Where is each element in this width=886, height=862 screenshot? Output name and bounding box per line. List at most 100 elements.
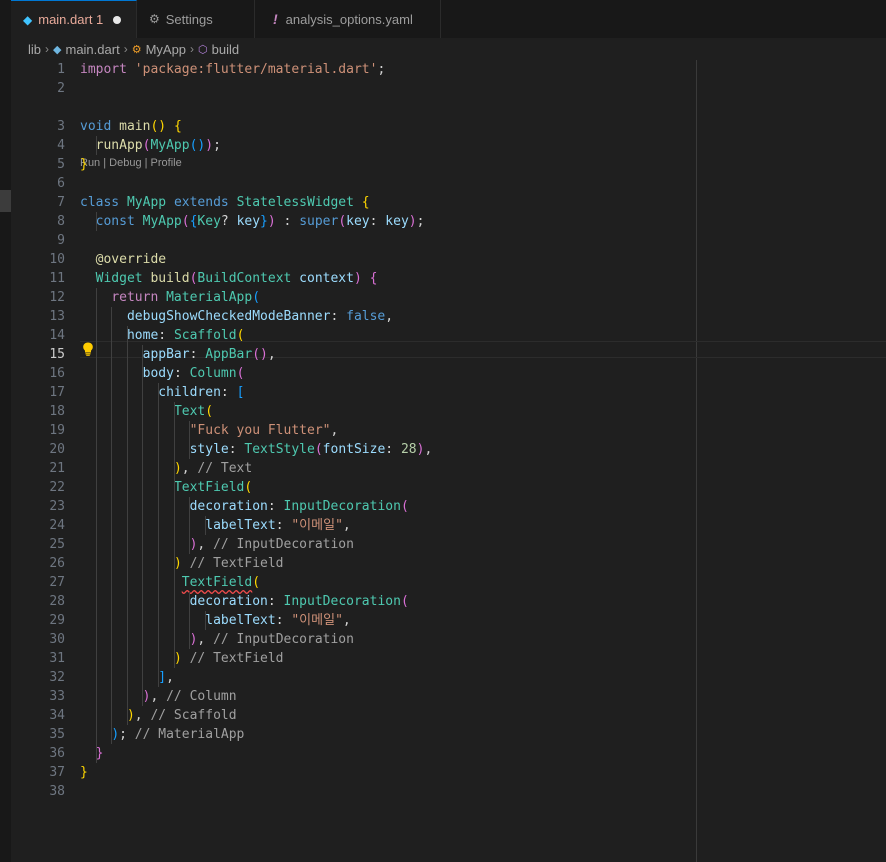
method-icon: ⬡: [198, 43, 208, 56]
line-number: 3: [57, 119, 65, 134]
line-number: 26: [49, 556, 65, 571]
line-number: 2: [57, 81, 65, 96]
lightbulb-icon[interactable]: [82, 342, 94, 356]
code-text: body: Column(: [142, 366, 245, 381]
indent-guide: [189, 497, 191, 554]
code-line[interactable]: 13 debugShowCheckedModeBanner: false,: [11, 307, 886, 326]
code-text: Widget build(BuildContext context) {: [95, 271, 378, 286]
line-number: 36: [49, 746, 65, 761]
indent-guide: [95, 136, 97, 155]
code-text: }: [80, 157, 88, 172]
code-line[interactable]: 4 runApp(MyApp());: [11, 136, 886, 155]
code-text: labelText: "이메일",: [205, 518, 351, 533]
line-number: 6: [57, 176, 65, 191]
code-line[interactable]: 35 ); // MaterialApp: [11, 725, 886, 744]
code-line[interactable]: 12 return MaterialApp(: [11, 288, 886, 307]
code-line[interactable]: 9: [11, 231, 886, 250]
line-number: 28: [49, 594, 65, 609]
breadcrumb-item-method[interactable]: build: [212, 42, 239, 57]
breadcrumb-item-lib[interactable]: lib: [28, 42, 41, 57]
code-line[interactable]: 38: [11, 782, 886, 801]
code-editor[interactable]: Run | Debug | Profile 1 import 'package:f…: [11, 60, 886, 862]
settings-icon: ⚙: [149, 12, 160, 26]
code-text: appBar: AppBar(),: [142, 347, 276, 362]
indent-guide: [158, 383, 159, 687]
line-number: 22: [49, 480, 65, 495]
class-icon: ⚙: [131, 43, 142, 56]
line-number: 16: [49, 366, 65, 381]
code-text: import 'package:flutter/material.dart';: [80, 62, 386, 77]
code-text: decoration: InputDecoration(: [189, 594, 409, 609]
code-line[interactable]: 34 ), // Scaffold: [11, 706, 886, 725]
activity-bar: [0, 0, 11, 862]
tab-settings[interactable]: ⚙ Settings: [137, 0, 255, 38]
breadcrumb: lib › ◆ main.dart › ⚙ MyApp › ⬡ build: [28, 40, 239, 58]
code-text: ), // Scaffold: [126, 708, 237, 723]
line-number: 31: [49, 651, 65, 666]
code-line[interactable]: 14 home: Scaffold(: [11, 326, 886, 345]
indent-guide: [189, 592, 191, 649]
indent-guide: [142, 345, 144, 706]
code-line[interactable]: 10 @override: [11, 250, 886, 269]
line-number: 15: [49, 347, 65, 362]
line-number: 11: [49, 271, 65, 286]
code-line[interactable]: 37}: [11, 763, 886, 782]
code-text: ); // MaterialApp: [111, 727, 245, 742]
line-number: 5: [57, 157, 65, 172]
indent-guide: [95, 288, 97, 763]
line-number: 33: [49, 689, 65, 704]
tab-label: Settings: [165, 11, 213, 27]
dart-icon: ◆: [23, 12, 33, 27]
code-text: home: Scaffold(: [126, 328, 245, 343]
line-number: 18: [49, 404, 65, 419]
line-number: 1: [57, 62, 65, 77]
breadcrumb-item-class[interactable]: MyApp: [146, 42, 186, 57]
indent-guide: [173, 402, 175, 668]
dart-icon: ◆: [53, 43, 62, 56]
line-number: 13: [49, 309, 65, 324]
line-number: 29: [49, 613, 65, 628]
line-number: 25: [49, 537, 65, 552]
code-text: ), // Text: [173, 461, 253, 476]
line-number: 8: [57, 214, 65, 229]
indent-guide: [126, 326, 128, 725]
activity-indicator: [0, 190, 11, 212]
line-number: 10: [49, 252, 65, 267]
line-number: 37: [49, 765, 65, 780]
line-number: 9: [57, 233, 65, 248]
tab-main-dart[interactable]: ◆ main.dart 1: [11, 0, 137, 38]
code-text: @override: [95, 252, 167, 267]
line-number: 7: [57, 195, 65, 210]
code-line[interactable]: 36 }: [11, 744, 886, 763]
line-number: 34: [49, 708, 65, 723]
line-number: 21: [49, 461, 65, 476]
line-number: 27: [49, 575, 65, 590]
exclamation-icon: !: [273, 11, 278, 27]
indent-guide: [204, 516, 206, 535]
code-line[interactable]: 1 import 'package:flutter/material.dart';: [11, 60, 886, 79]
line-number: 20: [49, 442, 65, 457]
code-line[interactable]: 5}: [11, 155, 886, 174]
indent-guide: [204, 611, 206, 630]
code-text: debugShowCheckedModeBanner: false,: [126, 309, 394, 324]
code-text: ), // Column: [142, 689, 237, 704]
indent-guide: [111, 307, 113, 744]
line-number: 4: [57, 138, 65, 153]
code-line[interactable]: 2: [11, 79, 886, 98]
code-line[interactable]: 3 void main() {: [11, 117, 886, 136]
line-number: 14: [49, 328, 65, 343]
tab-analysis-options[interactable]: ! analysis_options.yaml: [255, 0, 441, 38]
line-number: 38: [49, 784, 65, 799]
code-text: TextField(: [181, 575, 261, 590]
code-text: return MaterialApp(: [111, 290, 261, 305]
code-line[interactable]: 8 const MyApp({Key? key}) : super(key: k…: [11, 212, 886, 231]
breadcrumb-item-file[interactable]: main.dart: [65, 42, 119, 57]
code-line[interactable]: 6: [11, 174, 886, 193]
line-number: 12: [49, 290, 65, 305]
code-text: }: [80, 765, 88, 780]
code-text: style: TextStyle(fontSize: 28),: [189, 442, 433, 457]
unsaved-dot-icon[interactable]: [113, 15, 122, 24]
chevron-right-icon: ›: [45, 42, 50, 56]
code-line[interactable]: 11 Widget build(BuildContext context) {: [11, 269, 886, 288]
code-line[interactable]: 7 class MyApp extends StatelessWidget {: [11, 193, 886, 212]
